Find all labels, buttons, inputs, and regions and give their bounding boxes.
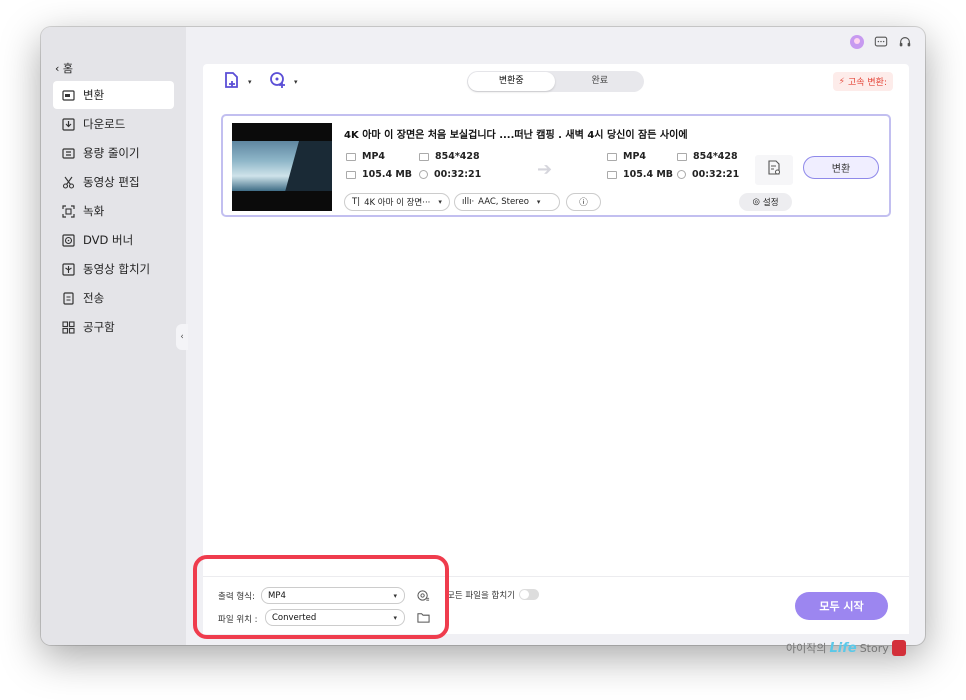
home-link[interactable]: ‹ 홈: [55, 60, 73, 76]
settings-button[interactable]: ◎ 설정: [739, 193, 792, 211]
toolbox-icon: [62, 320, 75, 334]
top-right-icons: [849, 34, 913, 50]
clock-icon: [677, 170, 686, 179]
add-file-button[interactable]: ▾: [223, 72, 252, 92]
download-icon: [62, 117, 75, 131]
sidebar-item-label: 용량 줄이기: [83, 146, 140, 160]
info-button[interactable]: ⓘ: [566, 193, 601, 211]
source-duration-value: 00:32:21: [434, 169, 482, 180]
sidebar-item-dvd[interactable]: DVD 버너: [53, 226, 174, 254]
clock-icon: [419, 170, 428, 179]
sidebar-item-merge[interactable]: 동영상 합치기: [53, 255, 174, 283]
sidebar-item-label: 동영상 편집: [83, 175, 140, 189]
tab-converting[interactable]: 변환중: [468, 72, 555, 91]
target-duration-value: 00:32:21: [692, 169, 740, 180]
source-size-value: 105.4 MB: [362, 169, 413, 180]
fast-convert-label: 고속 변환:: [847, 78, 887, 88]
document-settings-icon: [766, 160, 782, 180]
merge-files-label: 모든 파일을 합치기: [447, 591, 515, 601]
add-from-device-button[interactable]: ▾: [269, 72, 298, 92]
settings-label: 설정: [762, 198, 779, 208]
fast-convert-toggle[interactable]: ⚡ 고속 변환:: [832, 72, 893, 91]
source-duration: 00:32:21: [419, 169, 481, 180]
sidebar-item-compress[interactable]: 용량 줄이기: [53, 139, 174, 167]
support-headset-icon[interactable]: [897, 34, 913, 50]
sidebar-item-record[interactable]: 녹화: [53, 197, 174, 225]
message-icon[interactable]: [873, 34, 889, 50]
watermark: 아이작의 Life Story: [786, 640, 906, 656]
source-size: 105.4 MB: [346, 169, 412, 180]
video-icon: [346, 152, 356, 161]
target-format-value: MP4: [623, 151, 647, 162]
scissors-icon: [62, 176, 75, 189]
resolution-icon: [677, 152, 687, 161]
home-label: 홈: [62, 62, 74, 75]
convert-button[interactable]: 변환: [803, 156, 879, 179]
sidebar-item-label: 공구함: [83, 320, 115, 334]
chevron-down-icon: ▾: [536, 198, 541, 206]
sidebar-item-toolbox[interactable]: 공구함: [53, 313, 174, 341]
sidebar-item-label: DVD 버너: [83, 233, 134, 247]
tab-done[interactable]: 완료: [557, 72, 644, 91]
sidebar-item-download[interactable]: 다운로드: [53, 110, 174, 138]
target-resolution-value: 854*428: [693, 151, 738, 162]
merge-icon: [62, 262, 75, 276]
subtitle-select[interactable]: T| 4K 아마 이 장면··· ▾: [344, 193, 450, 211]
main-panel: ▾ ▾ 변환중 완료 ⚡ 고속 변환: 4K 아마 이 장면은 처음 보실겁니다…: [203, 64, 909, 634]
avatar-icon[interactable]: [849, 34, 865, 50]
sidebar-item-label: 녹화: [83, 204, 105, 218]
transfer-icon: [62, 291, 75, 305]
app-window: ‹ 홈 변환 다운로드 용량 줄이기 동영상 편집 녹화 DVD 버너 동영상 …: [41, 27, 925, 645]
highlight-box: [193, 555, 449, 639]
target-duration: 00:32:21: [677, 169, 739, 180]
convert-icon: [62, 89, 75, 102]
audio-select[interactable]: ıllı· AAC, Stereo ▾: [454, 193, 560, 211]
lightning-icon: ⚡: [838, 76, 845, 87]
sidebar-item-label: 동영상 합치기: [83, 262, 151, 276]
video-icon: [607, 152, 617, 161]
target-format: MP4: [607, 151, 646, 162]
resolution-icon: [419, 152, 429, 161]
add-file-icon: [223, 71, 241, 93]
sidebar-item-transfer[interactable]: 전송: [53, 284, 174, 312]
compress-icon: [62, 147, 75, 160]
source-resolution: 854*428: [419, 151, 480, 162]
file-item-card: 4K 아마 이 장면은 처음 보실겁니다 ....떠난 캠핑 . 새벽 4시 당…: [221, 114, 891, 217]
sidebar-item-label: 전송: [83, 291, 105, 305]
target-size-value: 105.4 MB: [623, 169, 674, 180]
target-resolution: 854*428: [677, 151, 738, 162]
sidebar-item-label: 변환: [83, 88, 105, 102]
sidebar-item-edit[interactable]: 동영상 편집: [53, 168, 174, 196]
settings-icon: ◎: [752, 197, 760, 207]
video-title: 4K 아마 이 장면은 처음 보실겁니다 ....떠난 캠핑 . 새벽 4시 당…: [344, 130, 688, 141]
add-disc-icon: [269, 71, 287, 93]
output-settings-button[interactable]: [755, 155, 793, 185]
start-all-button[interactable]: 모두 시작: [795, 592, 888, 620]
chevron-down-icon: ▾: [294, 78, 298, 86]
seal-stamp-icon: [891, 640, 906, 656]
disc-icon: [62, 233, 75, 247]
sidebar-item-label: 다운로드: [83, 117, 126, 131]
audio-wave-icon: ıllı·: [462, 197, 475, 207]
chevron-down-icon: ▾: [248, 78, 252, 86]
audio-value: AAC, Stereo: [478, 197, 529, 207]
chevron-down-icon: ▾: [438, 198, 442, 206]
info-icon: ⓘ: [579, 198, 588, 208]
sidebar: ‹ 홈 변환 다운로드 용량 줄이기 동영상 편집 녹화 DVD 버너 동영상 …: [41, 27, 186, 645]
source-resolution-value: 854*428: [435, 151, 480, 162]
merge-files-toggle[interactable]: [519, 589, 539, 600]
video-thumbnail[interactable]: [232, 123, 332, 211]
arrow-right-icon: ➔: [537, 159, 553, 180]
collapse-sidebar-button[interactable]: ‹: [176, 324, 188, 350]
source-format: MP4: [346, 151, 385, 162]
status-tabs: 변환중 완료: [467, 71, 644, 92]
folder-icon: [607, 170, 617, 179]
source-format-value: MP4: [362, 151, 386, 162]
target-size: 105.4 MB: [607, 169, 673, 180]
record-icon: [62, 204, 75, 218]
text-icon: T|: [352, 197, 361, 207]
subtitle-value: 4K 아마 이 장면···: [364, 198, 431, 208]
folder-icon: [346, 170, 356, 179]
sidebar-item-convert[interactable]: 변환: [53, 81, 174, 109]
